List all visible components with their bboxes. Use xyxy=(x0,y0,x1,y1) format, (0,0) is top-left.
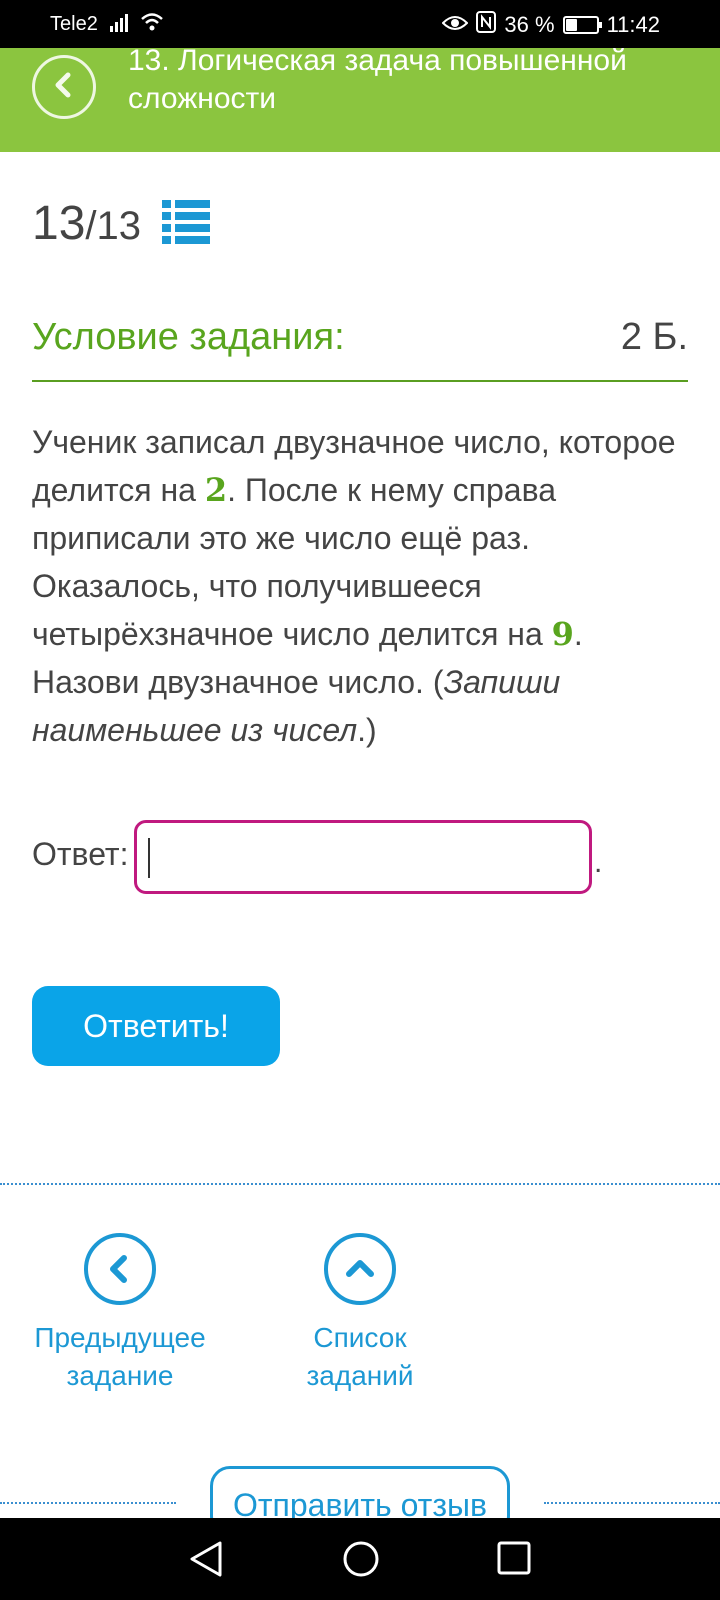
task-list-label-2: заданий xyxy=(306,1360,414,1391)
answer-label: Ответ: xyxy=(32,836,129,872)
chevron-left-icon xyxy=(49,70,79,105)
task-number: 9 xyxy=(551,615,574,653)
divider xyxy=(0,1183,720,1185)
battery-icon xyxy=(562,16,602,34)
back-button[interactable] xyxy=(32,55,96,119)
app-header: 13. Логическая задача повышенной сложнос… xyxy=(0,44,720,152)
task-number: 2 xyxy=(204,471,228,509)
battery-percent: 36 % xyxy=(504,12,555,37)
answer-input[interactable] xyxy=(134,820,592,894)
signal-icon xyxy=(110,14,130,38)
divider xyxy=(544,1502,720,1504)
task-heading-row: Условие задания: 2 Б. xyxy=(32,316,688,382)
text-caret xyxy=(148,838,150,878)
previous-task-label-2: задание xyxy=(66,1360,174,1391)
task-list-label-1: Список xyxy=(313,1322,407,1353)
carrier-name: Tele2 xyxy=(50,13,98,35)
submit-button[interactable]: Ответить! xyxy=(32,986,280,1066)
task-list-link[interactable]: Список заданий xyxy=(240,1233,480,1395)
task-text: Ученик записал двузначное число, которое… xyxy=(32,418,692,754)
answer-suffix: . xyxy=(594,846,603,879)
task-text-part: .) xyxy=(357,712,377,748)
recents-square-icon[interactable] xyxy=(496,1540,532,1581)
task-heading: Условие задания: xyxy=(32,316,345,358)
back-triangle-icon[interactable] xyxy=(188,1540,224,1583)
page-title: 13. Логическая задача повышенной сложнос… xyxy=(128,44,627,115)
task-counter: 13 /13 xyxy=(32,196,141,251)
clock: 11:42 xyxy=(606,12,660,37)
task-current: 13 xyxy=(32,197,86,250)
task-list-icon[interactable] xyxy=(162,200,210,249)
previous-task-link[interactable]: Предыдущее задание xyxy=(0,1233,240,1395)
task-points: 2 Б. xyxy=(620,316,688,358)
nfc-icon xyxy=(476,11,497,39)
task-total: /13 xyxy=(85,204,141,248)
eye-icon xyxy=(442,12,469,38)
divider xyxy=(0,1502,176,1504)
wifi-icon xyxy=(140,12,164,38)
chevron-up-icon xyxy=(324,1233,396,1305)
chevron-left-icon xyxy=(84,1233,156,1305)
system-nav-bar xyxy=(0,1518,720,1600)
previous-task-label-1: Предыдущее xyxy=(34,1322,206,1353)
status-bar: Tele2 36 % 11:42 xyxy=(0,0,720,48)
home-circle-icon[interactable] xyxy=(342,1540,380,1583)
